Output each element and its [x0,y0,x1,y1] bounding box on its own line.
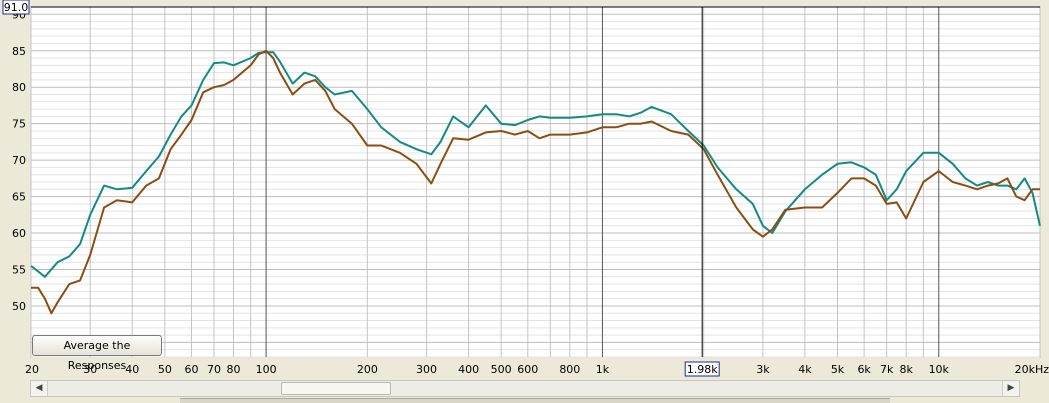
x-tick-label: 5k [831,363,845,376]
scrollbar-thumb[interactable] [281,382,391,395]
y-tick-label: 70 [12,154,26,167]
frequency-response-chart: 505560657075808590 203040506070801002003… [0,0,1049,380]
horizontal-scrollbar[interactable]: ◀ ▶ [30,380,1020,397]
panel-bottom-edge [180,398,890,403]
x-tick-label: 70 [207,363,221,376]
y-tick-label: 60 [12,227,26,240]
x-tick-label: 3k [756,363,770,376]
y-tick-label: 80 [12,81,26,94]
x-tick-label: 10k [929,363,950,376]
x-tick-label: 1k [596,363,610,376]
x-tick-label: 40 [125,363,139,376]
y-tick-label: 75 [12,118,26,131]
chart-svg: 505560657075808590 203040506070801002003… [2,0,1049,377]
y-tick-label: 55 [12,264,26,277]
x-tick-label: 800 [559,363,580,376]
x-tick-label: 20 [25,363,39,376]
x-tick-label: 50 [158,363,172,376]
x-tick-label: 80 [226,363,240,376]
x-tick-label: 8k [899,363,913,376]
x-tick-label: 600 [517,363,538,376]
x-tick-label: 200 [357,363,378,376]
x-tick-label: 6k [857,363,871,376]
x-tick-label: 400 [458,363,479,376]
y-tick-label: 65 [12,191,26,204]
average-responses-button[interactable]: Average the Responses [32,335,162,372]
cursor-x-readout: 1.98k [687,363,718,376]
x-axis-ticks: 203040506070801002003004005006008001k3k4… [25,363,1049,376]
x-tick-label: 500 [491,363,512,376]
x-tick-label: 7k [880,363,894,376]
x-tick-label: 100 [256,363,277,376]
scroll-right-arrow-icon[interactable]: ▶ [1002,381,1019,396]
x-tick-label: 60 [184,363,198,376]
y-tick-label: 50 [12,300,26,313]
scroll-left-arrow-icon[interactable]: ◀ [31,381,48,396]
y-axis-ticks: 505560657075808590 [12,8,26,313]
cursor-y-readout: 91.0 [4,1,29,14]
y-tick-label: 85 [12,45,26,58]
x-tick-label: 300 [416,363,437,376]
x-tick-label: 4k [798,363,812,376]
x-tick-label: 20kHz [1015,363,1049,376]
